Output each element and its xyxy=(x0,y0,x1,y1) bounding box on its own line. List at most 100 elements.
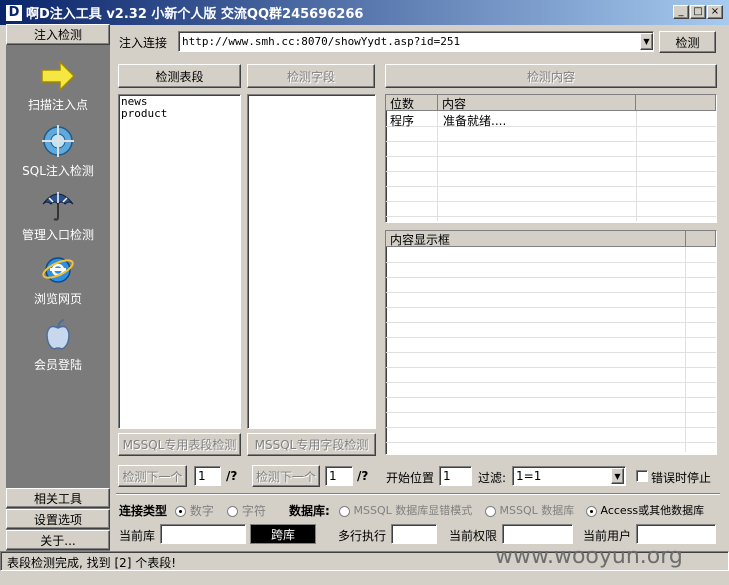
radio-numeric[interactable]: 数字 xyxy=(175,502,214,519)
content-table[interactable]: 位数 内容 程序 准备就绪.... xyxy=(385,94,717,223)
globe-target-icon xyxy=(42,125,74,157)
radio-access[interactable]: Access或其他数据库 xyxy=(586,502,704,518)
row-divider xyxy=(386,442,716,443)
column-header-content[interactable]: 内容 xyxy=(438,95,636,111)
radio-string-dot[interactable] xyxy=(227,506,238,517)
content-table-header: 位数 内容 xyxy=(386,95,716,111)
tables-list[interactable]: news product xyxy=(118,94,241,429)
arrow-right-icon xyxy=(41,60,76,92)
sidebar-item-scan[interactable]: 扫描注入点 xyxy=(6,60,110,113)
column-header-position[interactable]: 位数 xyxy=(386,95,438,111)
umbrella-icon xyxy=(42,192,74,221)
column-divider xyxy=(636,111,637,221)
sidebar-item-admin[interactable]: 管理入口检测 xyxy=(6,188,110,243)
current-user-label: 当前用户 xyxy=(583,529,632,543)
sidebar-item-login[interactable]: 会员登陆 xyxy=(6,318,110,373)
multi-exec-label: 多行执行 xyxy=(338,529,387,543)
radio-access-dot[interactable] xyxy=(586,505,597,517)
current-perm-input[interactable] xyxy=(502,524,573,544)
sidebar-header-inject-detect[interactable]: 注入检测 xyxy=(6,24,110,45)
row-divider xyxy=(386,427,716,428)
row-divider xyxy=(386,292,716,293)
content-display-box[interactable]: 内容显示框 xyxy=(385,230,717,455)
radio-mssql-error[interactable]: MSSQL 数据库显错模式 xyxy=(339,502,472,518)
start-position-input[interactable]: 1 xyxy=(439,466,472,486)
row-divider xyxy=(386,141,716,142)
row-divider xyxy=(386,186,716,187)
radio-mssql-error-dot[interactable] xyxy=(339,505,350,517)
display-box-header-empty[interactable] xyxy=(686,231,716,247)
mssql-fields-button[interactable]: MSSQL专用字段检测 xyxy=(247,433,376,456)
radio-numeric-label: 数字 xyxy=(189,504,214,518)
row-divider xyxy=(386,412,716,413)
filter-select[interactable]: 1=1 xyxy=(512,466,626,486)
detect-button[interactable]: 检测 xyxy=(659,31,716,53)
row-divider xyxy=(386,382,716,383)
close-button[interactable]: × xyxy=(707,5,723,19)
fields-list[interactable] xyxy=(247,94,376,429)
field-page-suffix: /? xyxy=(357,469,369,483)
sidebar-settings[interactable]: 设置选项 xyxy=(6,509,110,529)
sidebar-about[interactable]: 关于... xyxy=(6,530,110,550)
table-page-input[interactable]: 1 xyxy=(194,466,221,486)
url-dropdown-arrow[interactable]: ▼ xyxy=(640,33,653,50)
stop-on-error-checkbox[interactable] xyxy=(636,470,648,482)
list-item[interactable]: product xyxy=(121,108,238,120)
url-label: 注入连接 xyxy=(119,36,168,50)
sidebar: 注入检测 扫描注入点 SQL注入检测 管理入口检测 浏览网页 会员登陆 相关工具… xyxy=(6,24,110,552)
cross-db-button[interactable]: 跨库 xyxy=(250,524,316,544)
sidebar-item-label: 扫描注入点 xyxy=(27,98,88,112)
next-field-button[interactable]: 检测下一个 xyxy=(252,465,320,487)
maximize-button[interactable]: □ xyxy=(690,5,706,19)
radio-mssql[interactable]: MSSQL 数据库 xyxy=(485,502,574,518)
sidebar-item-browse[interactable]: 浏览网页 xyxy=(6,252,110,307)
url-input[interactable]: http://www.smh.cc:8070/showYydt.asp?id=2… xyxy=(178,31,654,52)
current-db-label: 当前库 xyxy=(119,529,156,543)
display-box-title[interactable]: 内容显示框 xyxy=(386,231,686,247)
sidebar-item-sql[interactable]: SQL注入检测 xyxy=(6,124,110,179)
minimize-button[interactable]: _ xyxy=(673,5,689,19)
detect-fields-button[interactable]: 检测字段 xyxy=(247,64,375,88)
connection-type-label: 连接类型 xyxy=(119,504,168,518)
app-logo: D xyxy=(6,4,22,21)
database-label: 数据库: xyxy=(289,504,330,518)
detect-tables-button[interactable]: 检测表段 xyxy=(118,64,241,88)
row-divider xyxy=(386,216,716,217)
current-db-input[interactable] xyxy=(160,524,246,544)
watermark: www.wooyun.org xyxy=(495,544,683,569)
window-title: 啊D注入工具 v2.32 小新个人版 交流QQ群245696266 xyxy=(26,7,364,22)
column-header-empty[interactable] xyxy=(636,95,716,111)
sidebar-item-label: 管理入口检测 xyxy=(21,228,94,242)
table-row-position[interactable]: 程序 xyxy=(390,112,414,129)
row-divider xyxy=(386,352,716,353)
stop-on-error-label: 错误时停止 xyxy=(651,471,712,485)
sidebar-related-tools[interactable]: 相关工具 xyxy=(6,488,110,508)
row-divider xyxy=(386,307,716,308)
table-page-suffix: /? xyxy=(226,469,238,483)
mssql-tables-button[interactable]: MSSQL专用表段检测 xyxy=(118,433,241,456)
sidebar-item-label: 会员登陆 xyxy=(33,358,82,372)
sidebar-item-label: SQL注入检测 xyxy=(22,164,94,178)
detect-content-button[interactable]: 检测内容 xyxy=(385,64,717,88)
row-divider xyxy=(386,171,716,172)
filter-label: 过滤: xyxy=(478,471,507,485)
table-row-content[interactable]: 准备就绪.... xyxy=(443,112,506,129)
current-perm-label: 当前权限 xyxy=(449,529,498,543)
status-text: 表段检测完成, 找到 [2] 个表段! xyxy=(7,556,177,570)
radio-access-label: Access或其他数据库 xyxy=(600,504,705,517)
sidebar-item-label: 浏览网页 xyxy=(33,292,82,306)
current-user-input[interactable] xyxy=(636,524,716,544)
radio-numeric-dot[interactable] xyxy=(175,506,186,517)
field-page-input[interactable]: 1 xyxy=(325,466,353,486)
next-table-button[interactable]: 检测下一个 xyxy=(118,465,187,487)
row-divider xyxy=(386,337,716,338)
radio-string-label: 字符 xyxy=(241,504,266,518)
row-divider xyxy=(386,262,716,263)
radio-string[interactable]: 字符 xyxy=(227,502,266,519)
row-divider xyxy=(386,201,716,202)
multi-exec-input[interactable] xyxy=(391,524,437,544)
filter-dropdown-arrow[interactable]: ▼ xyxy=(611,468,624,484)
separator xyxy=(116,493,720,495)
radio-mssql-error-label: MSSQL 数据库显错模式 xyxy=(353,504,473,517)
radio-mssql-dot[interactable] xyxy=(485,505,496,517)
